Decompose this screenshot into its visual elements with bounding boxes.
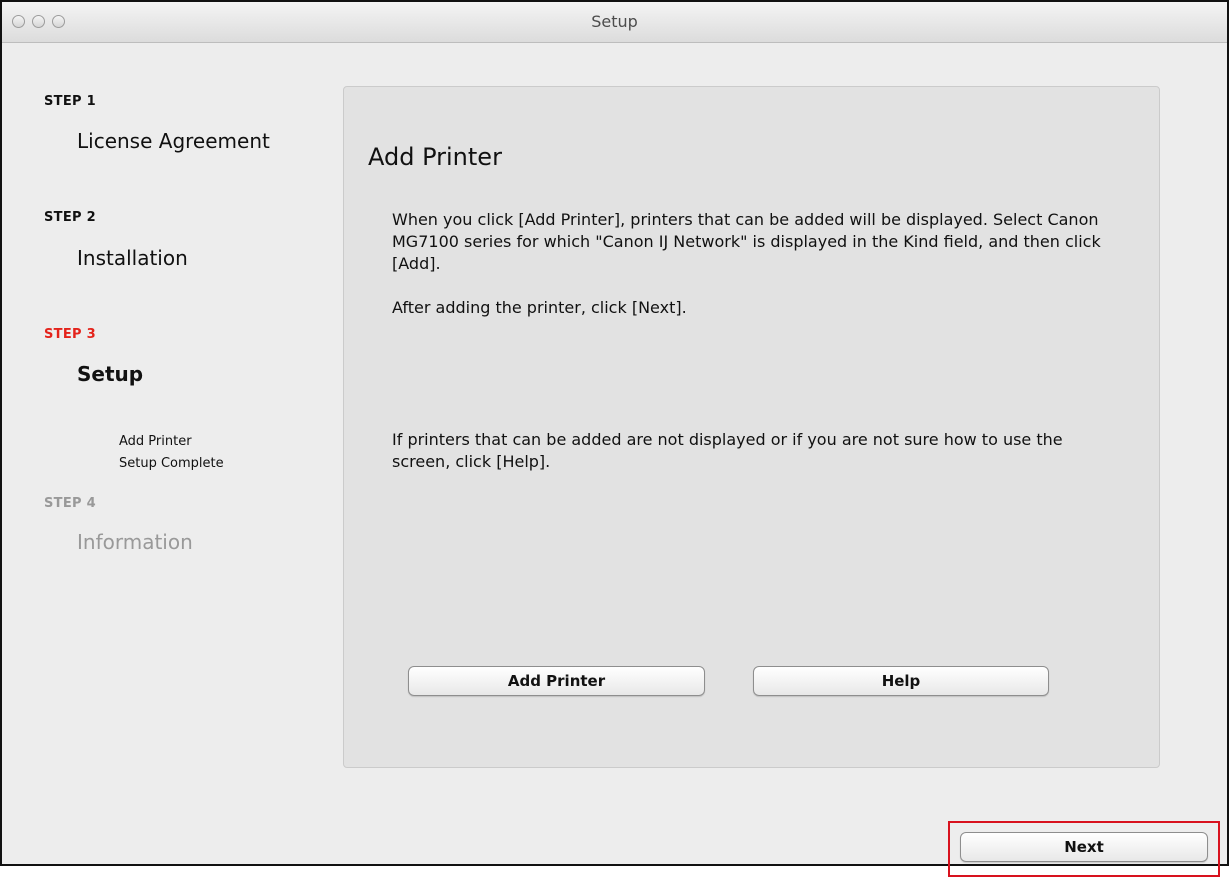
- step-1-title: License Agreement: [77, 129, 270, 153]
- instruction-next-text: After adding the printer, click [Next].: [392, 298, 687, 317]
- add-printer-button[interactable]: Add Printer: [408, 666, 705, 696]
- substep-setup-complete: Setup Complete: [119, 456, 224, 471]
- next-button[interactable]: Next: [960, 832, 1208, 862]
- step-3-label: STEP 3: [44, 327, 97, 342]
- step-3-title: Setup: [77, 362, 144, 386]
- panel-title: Add Printer: [368, 143, 502, 171]
- window-title: Setup: [591, 12, 638, 31]
- setup-window: Setup STEP 1 License Agreement STEP 2 In…: [0, 0, 1229, 866]
- help-button[interactable]: Help: [753, 666, 1049, 696]
- content-panel: Add Printer When you click [Add Printer]…: [343, 86, 1160, 768]
- substep-add-printer: Add Printer: [119, 434, 192, 449]
- title-bar: Setup: [2, 2, 1227, 43]
- step-2-title: Installation: [77, 246, 188, 270]
- step-4-title: Information: [77, 530, 193, 554]
- instruction-text: When you click [Add Printer], printers t…: [392, 210, 1101, 273]
- step-4-label: STEP 4: [44, 496, 97, 511]
- step-1-label: STEP 1: [44, 94, 97, 109]
- help-text: If printers that can be added are not di…: [392, 430, 1063, 471]
- step-2-label: STEP 2: [44, 210, 97, 225]
